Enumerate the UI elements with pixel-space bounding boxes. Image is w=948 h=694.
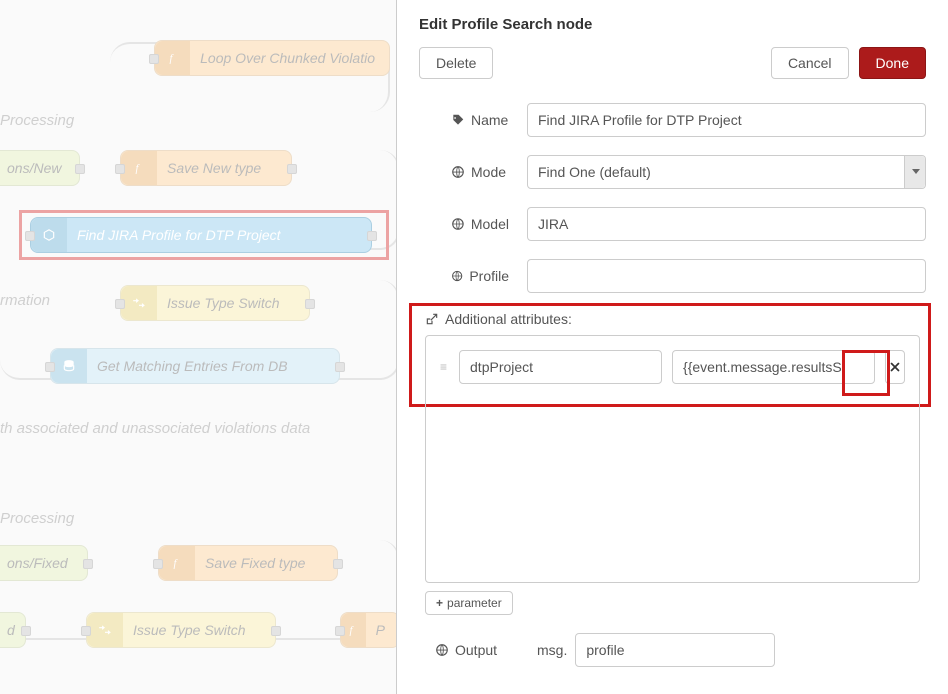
globe-icon <box>435 643 449 657</box>
panel-actions: Delete Cancel Done <box>419 47 926 79</box>
output-prefix: msg. <box>537 642 567 658</box>
label-model: Model <box>419 216 509 232</box>
node-label: Find JIRA Profile for DTP Project <box>67 227 281 243</box>
function-icon: f <box>121 151 157 185</box>
node-ons-fixed[interactable]: ons/Fixed <box>0 545 88 581</box>
label-name: Name <box>419 112 509 128</box>
port-out[interactable] <box>333 559 343 569</box>
node-label: Issue Type Switch <box>157 295 280 311</box>
close-icon <box>888 360 902 374</box>
port-out[interactable] <box>335 362 345 372</box>
node-label: d <box>0 622 15 638</box>
port-out[interactable] <box>287 164 297 174</box>
globe-icon <box>451 165 465 179</box>
node-p[interactable]: f P <box>340 612 400 648</box>
globe-icon <box>451 269 463 283</box>
highlight-remove-btn <box>842 350 890 396</box>
attribute-row: ≡ <box>440 350 905 384</box>
svg-text:f: f <box>174 559 179 570</box>
comment-rmation: rmation <box>0 292 50 309</box>
cancel-button[interactable]: Cancel <box>771 47 849 79</box>
port-out[interactable] <box>367 231 377 241</box>
node-save-fixed-type[interactable]: f Save Fixed type <box>158 545 338 581</box>
cube-icon <box>31 218 67 252</box>
name-input[interactable] <box>527 103 926 137</box>
port-out[interactable] <box>21 626 31 636</box>
node-save-new-type[interactable]: f Save New type <box>120 150 292 186</box>
edit-panel: Edit Profile Search node Delete Cancel D… <box>396 0 948 694</box>
function-icon: f <box>159 546 195 580</box>
node-find-jira-profile[interactable]: Find JIRA Profile for DTP Project <box>30 217 372 253</box>
port-out[interactable] <box>83 559 93 569</box>
port-out[interactable] <box>305 299 315 309</box>
plus-icon: + <box>436 596 443 610</box>
port-in[interactable] <box>45 362 55 372</box>
output-input[interactable] <box>575 633 775 667</box>
svg-text:f: f <box>136 164 141 175</box>
comment-processing-1: Processing <box>0 112 74 129</box>
database-icon <box>51 349 87 383</box>
globe-icon <box>451 217 465 231</box>
node-label: ons/Fixed <box>0 555 68 571</box>
function-icon: f <box>155 41 190 75</box>
attr-key-input[interactable] <box>459 350 662 384</box>
node-issue-type-switch-1[interactable]: Issue Type Switch <box>120 285 310 321</box>
node-label: Save New type <box>157 160 261 176</box>
port-out[interactable] <box>271 626 281 636</box>
label-profile: Profile <box>419 268 509 284</box>
port-out[interactable] <box>75 164 85 174</box>
done-button[interactable]: Done <box>859 47 926 79</box>
model-input[interactable] <box>527 207 926 241</box>
node-get-matching-db[interactable]: Get Matching Entries From DB <box>50 348 340 384</box>
node-loop-chunked[interactable]: f Loop Over Chunked Violatio <box>154 40 390 76</box>
svg-text:f: f <box>350 626 355 637</box>
tag-icon <box>451 113 465 127</box>
node-issue-type-switch-2[interactable]: Issue Type Switch <box>86 612 276 648</box>
port-in[interactable] <box>81 626 91 636</box>
drag-handle-icon[interactable]: ≡ <box>440 365 449 369</box>
port-in[interactable] <box>115 299 125 309</box>
add-parameter-button[interactable]: + parameter <box>425 591 513 615</box>
node-label: ons/New <box>0 160 61 176</box>
node-label: Loop Over Chunked Violatio <box>190 50 375 66</box>
node-label: Issue Type Switch <box>123 622 246 638</box>
switch-icon <box>121 286 157 320</box>
node-label: P <box>366 622 385 638</box>
comment-with-assoc: th associated and unassociated violation… <box>0 420 310 437</box>
port-in[interactable] <box>153 559 163 569</box>
profile-input[interactable] <box>527 259 926 293</box>
switch-icon <box>87 613 123 647</box>
comment-processing-2: Processing <box>0 510 74 527</box>
node-ons-new[interactable]: ons/New <box>0 150 80 186</box>
port-in[interactable] <box>149 54 159 64</box>
node-label: Save Fixed type <box>195 555 305 571</box>
label-output: Output <box>419 642 509 658</box>
port-in[interactable] <box>115 164 125 174</box>
node-d[interactable]: d <box>0 612 26 648</box>
panel-title: Edit Profile Search node <box>419 16 926 33</box>
mode-select[interactable]: Find One (default) <box>527 155 926 189</box>
label-mode: Mode <box>419 164 509 180</box>
delete-button[interactable]: Delete <box>419 47 493 79</box>
node-label: Get Matching Entries From DB <box>87 358 288 374</box>
port-in[interactable] <box>25 231 35 241</box>
svg-text:f: f <box>169 54 174 65</box>
port-in[interactable] <box>335 626 345 636</box>
